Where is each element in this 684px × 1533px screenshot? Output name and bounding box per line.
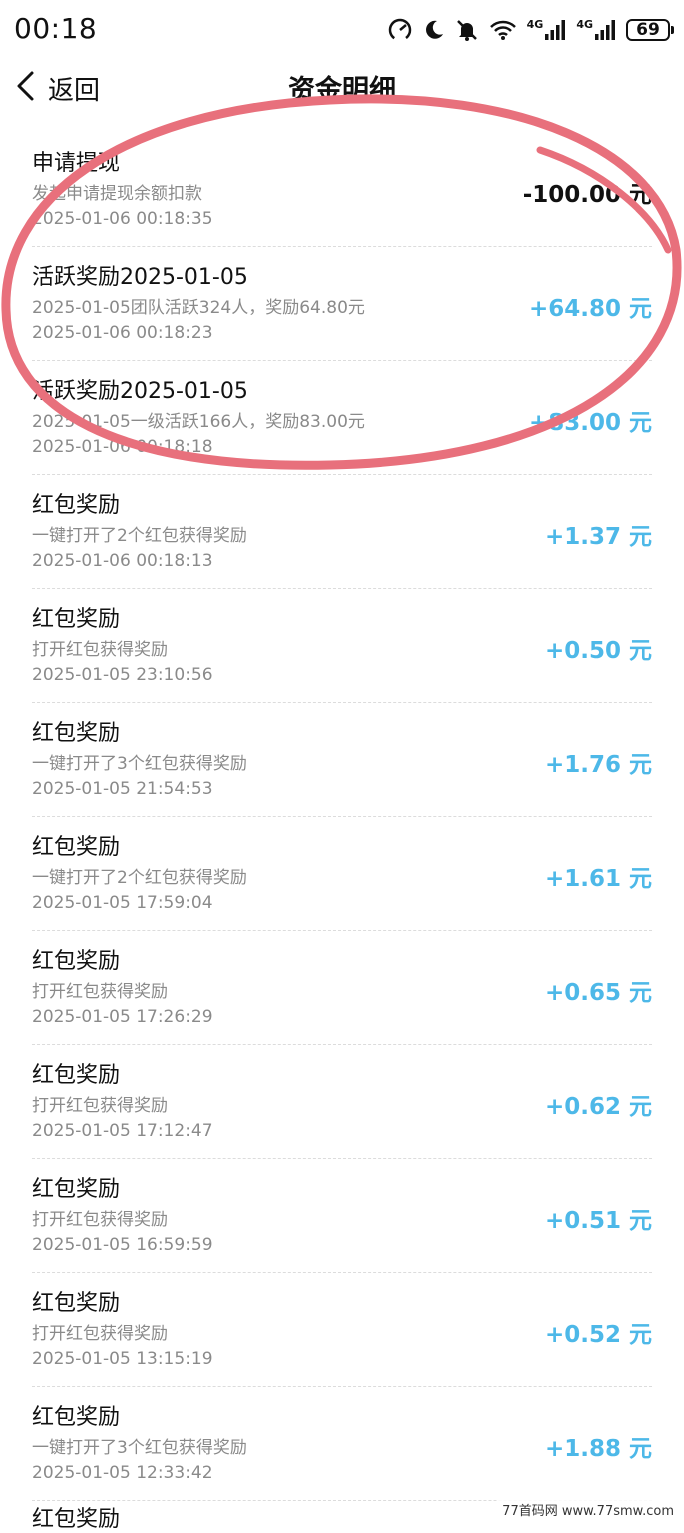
- list-item[interactable]: 红包奖励打开红包获得奖励 2025-01-05 13:15:19 +0.52 元: [32, 1273, 652, 1387]
- list-item[interactable]: 红包奖励打开红包获得奖励 2025-01-05 17:26:29 +0.65 元: [32, 931, 652, 1045]
- record-title: 红包奖励: [32, 721, 121, 746]
- list-item[interactable]: 红包奖励一键打开了3个红包获得奖励 2025-01-05 21:54:53 +1.7…: [32, 703, 652, 817]
- record-amount: -100.00 元: [522, 182, 652, 208]
- record-title: 红包奖励: [32, 835, 121, 860]
- record-description: 打开红包获得奖励: [32, 1096, 168, 1116]
- record-timestamp: 2025-01-06 00:18:18: [32, 437, 213, 457]
- record-amount: +1.61 元: [544, 866, 652, 892]
- status-time: 00:18: [14, 12, 98, 45]
- record-title: 红包奖励: [32, 1405, 121, 1430]
- list-item-partial-title: 红包奖励: [32, 1507, 121, 1532]
- record-amount: +0.51 元: [544, 1208, 652, 1234]
- record-title: 活跃奖励2025-01-05: [32, 379, 248, 404]
- record-title: 红包奖励: [32, 1291, 121, 1316]
- record-description: 一键打开了3个红包获得奖励: [32, 1438, 247, 1458]
- list-item[interactable]: 红包奖励一键打开了2个红包获得奖励 2025-01-05 17:59:04 +1.6…: [32, 817, 652, 931]
- speedometer-icon: [387, 17, 413, 43]
- list-item[interactable]: 活跃奖励2025-01-05 2025-01-05团队活跃324人，奖励64.80…: [32, 247, 652, 361]
- nav-bar: 返回 资金明细: [0, 60, 684, 116]
- record-timestamp: 2025-01-05 23:10:56: [32, 665, 213, 685]
- list-item[interactable]: 红包奖励打开红包获得奖励 2025-01-05 17:12:47 +0.62 元: [32, 1045, 652, 1159]
- record-title: 红包奖励: [32, 493, 121, 518]
- record-timestamp: 2025-01-05 17:12:47: [32, 1121, 213, 1141]
- record-amount: +0.52 元: [544, 1322, 652, 1348]
- record-timestamp: 2025-01-05 16:59:59: [32, 1235, 213, 1255]
- status-icons: 4G 4G 69: [387, 14, 674, 46]
- wifi-icon: [489, 19, 517, 41]
- list-item[interactable]: 红包奖励一键打开了3个红包获得奖励 2025-01-05 12:33:42 +1.8…: [32, 1387, 652, 1501]
- page-title: 资金明细: [288, 75, 396, 106]
- record-description: 打开红包获得奖励: [32, 640, 168, 660]
- record-timestamp: 2025-01-05 13:15:19: [32, 1349, 213, 1369]
- record-title: 活跃奖励2025-01-05: [32, 265, 248, 290]
- record-title: 申请提现: [32, 151, 121, 176]
- watermark: 77首码网 www.77smw.com: [498, 1499, 678, 1520]
- record-description: 一键打开了3个红包获得奖励: [32, 754, 247, 774]
- record-amount: +83.00 元: [528, 410, 652, 436]
- battery-level: 69: [636, 20, 660, 40]
- record-description: 一键打开了2个红包获得奖励: [32, 526, 247, 546]
- record-amount: +64.80 元: [528, 296, 652, 322]
- record-amount: +0.50 元: [544, 638, 652, 664]
- network-type-2: 4G: [576, 18, 593, 31]
- list-item[interactable]: 红包奖励打开红包获得奖励 2025-01-05 16:59:59 +0.51 元: [32, 1159, 652, 1273]
- record-timestamp: 2025-01-05 21:54:53: [32, 779, 213, 799]
- record-amount: +1.88 元: [544, 1436, 652, 1462]
- list-item[interactable]: 红包奖励一键打开了2个红包获得奖励 2025-01-06 00:18:13 +1.3…: [32, 475, 652, 589]
- fund-record-list: 申请提现发起申请提现余额扣款 2025-01-06 00:18:35 -100.00…: [0, 133, 684, 1501]
- record-timestamp: 2025-01-05 17:26:29: [32, 1007, 213, 1027]
- record-amount: +0.62 元: [544, 1094, 652, 1120]
- signal-icon-2: 4G: [576, 19, 616, 41]
- list-item[interactable]: 红包奖励打开红包获得奖励 2025-01-05 23:10:56 +0.50 元: [32, 589, 652, 703]
- bell-muted-icon: [455, 18, 479, 42]
- record-title: 红包奖励: [32, 1063, 121, 1088]
- record-description: 一键打开了2个红包获得奖励: [32, 868, 247, 888]
- record-amount: +0.65 元: [544, 980, 652, 1006]
- record-amount: +1.76 元: [544, 752, 652, 778]
- record-description: 2025-01-05一级活跃166人，奖励83.00元: [32, 412, 365, 432]
- record-description: 打开红包获得奖励: [32, 1324, 168, 1344]
- status-bar: 00:18 4G 4G 69: [0, 0, 684, 60]
- record-title: 红包奖励: [32, 1177, 121, 1202]
- record-timestamp: 2025-01-06 00:18:13: [32, 551, 213, 571]
- record-description: 打开红包获得奖励: [32, 982, 168, 1002]
- list-item[interactable]: 申请提现发起申请提现余额扣款 2025-01-06 00:18:35 -100.00…: [32, 133, 652, 247]
- record-title: 红包奖励: [32, 949, 121, 974]
- list-item[interactable]: 活跃奖励2025-01-05 2025-01-05一级活跃166人，奖励83.00…: [32, 361, 652, 475]
- record-timestamp: 2025-01-06 00:18:35: [32, 209, 213, 229]
- record-description: 2025-01-05团队活跃324人，奖励64.80元: [32, 298, 365, 318]
- record-description: 打开红包获得奖励: [32, 1210, 168, 1230]
- record-amount: +1.37 元: [544, 524, 652, 550]
- battery-icon: 69: [626, 19, 674, 41]
- record-timestamp: 2025-01-05 17:59:04: [32, 893, 213, 913]
- signal-icon-1: 4G: [527, 19, 567, 41]
- record-description: 发起申请提现余额扣款: [32, 184, 202, 204]
- record-timestamp: 2025-01-05 12:33:42: [32, 1463, 213, 1483]
- record-timestamp: 2025-01-06 00:18:23: [32, 323, 213, 343]
- moon-icon: [423, 19, 445, 41]
- record-title: 红包奖励: [32, 607, 121, 632]
- network-type-1: 4G: [526, 18, 544, 31]
